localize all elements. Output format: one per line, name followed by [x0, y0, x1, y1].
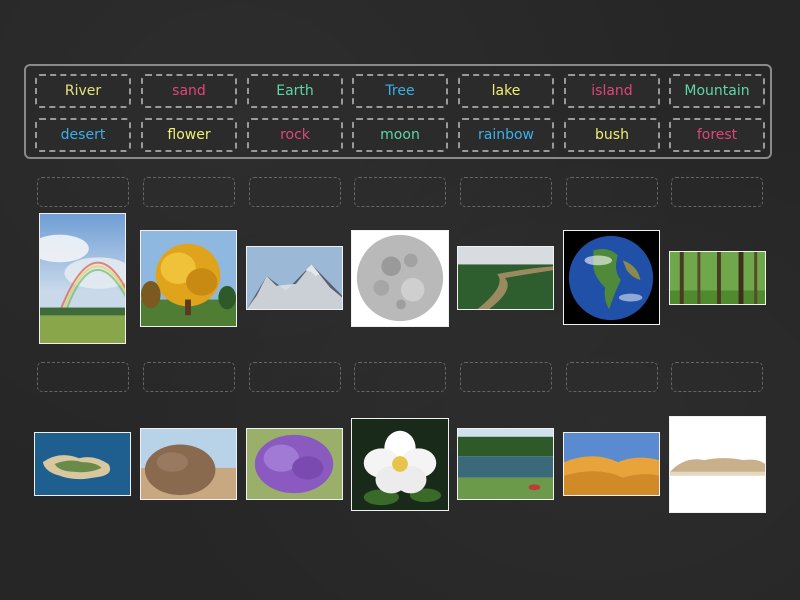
word-tile-forest[interactable]: forest: [669, 118, 765, 152]
moon-image: [351, 230, 449, 327]
word-tile-flower[interactable]: flower: [141, 118, 237, 152]
drop-slot[interactable]: [249, 177, 341, 207]
drop-slot[interactable]: [566, 362, 658, 392]
drop-slot[interactable]: [249, 362, 341, 392]
word-tile-island[interactable]: island: [564, 74, 660, 108]
word-tile-moon[interactable]: moon: [352, 118, 448, 152]
drop-slot[interactable]: [37, 362, 129, 392]
rock-image: [140, 428, 237, 500]
drop-slot[interactable]: [37, 177, 129, 207]
forest-image: [669, 251, 766, 305]
word-tile-mountain[interactable]: Mountain: [669, 74, 765, 108]
sand-image: [669, 416, 766, 513]
drop-slot[interactable]: [671, 177, 763, 207]
drop-slot[interactable]: [354, 362, 446, 392]
drop-slot[interactable]: [354, 177, 446, 207]
word-tile-earth[interactable]: Earth: [247, 74, 343, 108]
rainbow-image: [39, 213, 126, 344]
word-tile-river[interactable]: River: [35, 74, 131, 108]
island-image: [34, 432, 131, 496]
drop-slot[interactable]: [566, 177, 658, 207]
word-tile-lake[interactable]: lake: [458, 74, 554, 108]
word-tile-tree[interactable]: Tree: [352, 74, 448, 108]
earth-image: [563, 230, 660, 325]
drop-slot[interactable]: [460, 362, 552, 392]
bush-image: [246, 428, 343, 500]
word-tile-rock[interactable]: rock: [247, 118, 343, 152]
drop-slot[interactable]: [671, 362, 763, 392]
flower-image: [351, 418, 449, 511]
river-image: [457, 246, 554, 310]
lake-image: [457, 428, 554, 500]
word-tile-sand[interactable]: sand: [141, 74, 237, 108]
drop-slot[interactable]: [143, 177, 235, 207]
drop-slot[interactable]: [143, 362, 235, 392]
desert-image: [563, 432, 660, 496]
mountain-image: [246, 246, 343, 310]
word-tile-bush[interactable]: bush: [564, 118, 660, 152]
drop-slot[interactable]: [460, 177, 552, 207]
tree-image: [140, 230, 237, 327]
word-tile-desert[interactable]: desert: [35, 118, 131, 152]
word-tile-rainbow[interactable]: rainbow: [458, 118, 554, 152]
